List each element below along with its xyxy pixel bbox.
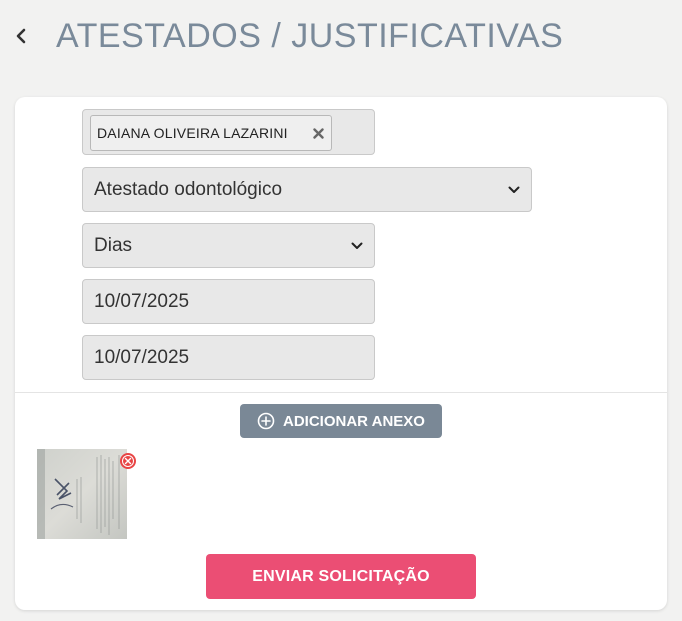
remove-circle-icon <box>120 453 136 469</box>
duration-unit-select[interactable]: Dias <box>82 223 375 268</box>
x-icon <box>312 127 324 139</box>
attachment-thumbnail[interactable] <box>37 449 127 539</box>
end-date-input[interactable]: 10/07/2025 <box>82 335 375 380</box>
employee-tag-label: DAIANA OLIVEIRA LAZARINI <box>97 125 288 141</box>
chevron-left-icon <box>16 28 26 44</box>
divider <box>15 392 667 393</box>
add-attachment-label: ADICIONAR ANEXO <box>283 412 425 430</box>
duration-unit-value: Dias <box>94 234 133 256</box>
request-form-card: DAIANA OLIVEIRA LAZARINI Atestado odonto… <box>15 97 667 610</box>
add-attachment-button[interactable]: ADICIONAR ANEXO <box>240 404 442 438</box>
page: ATESTADOS / JUSTIFICATIVAS DAIANA OLIVEI… <box>0 0 682 621</box>
submit-request-button[interactable]: ENVIAR SOLICITAÇÃO <box>206 554 476 599</box>
page-title: ATESTADOS / JUSTIFICATIVAS <box>56 17 564 55</box>
back-button[interactable] <box>10 24 32 48</box>
tag-remove-button[interactable] <box>311 126 325 140</box>
start-date-input[interactable]: 10/07/2025 <box>82 279 375 324</box>
certificate-type-value: Atestado odontológico <box>94 178 283 200</box>
chevron-down-icon <box>351 242 363 249</box>
submit-request-label: ENVIAR SOLICITAÇÃO <box>252 567 430 585</box>
remove-attachment-button[interactable] <box>119 452 137 470</box>
document-photo-image <box>37 449 127 539</box>
employee-tag: DAIANA OLIVEIRA LAZARINI <box>90 115 332 151</box>
certificate-type-select[interactable]: Atestado odontológico <box>82 167 532 212</box>
start-date-value: 10/07/2025 <box>94 290 190 312</box>
end-date-value: 10/07/2025 <box>94 346 190 368</box>
plus-circle-icon <box>257 412 275 430</box>
employee-multiselect[interactable]: DAIANA OLIVEIRA LAZARINI <box>82 109 375 155</box>
chevron-down-icon <box>508 186 520 193</box>
